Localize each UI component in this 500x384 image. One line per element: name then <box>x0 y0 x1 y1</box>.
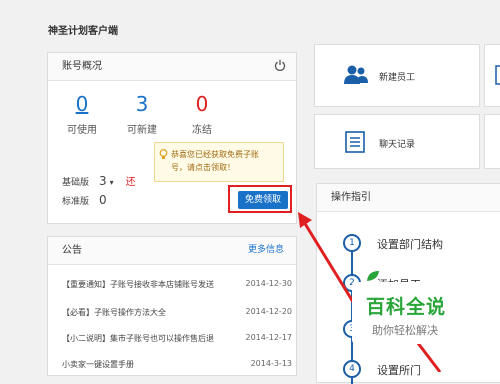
watermark-title: 百科全说 <box>366 296 447 318</box>
watermark-badge: 百科全说 助你轻松解决 <box>352 271 466 344</box>
leaf-icon <box>367 271 379 281</box>
watermark-subtitle: 助你轻松解决 <box>372 324 438 337</box>
